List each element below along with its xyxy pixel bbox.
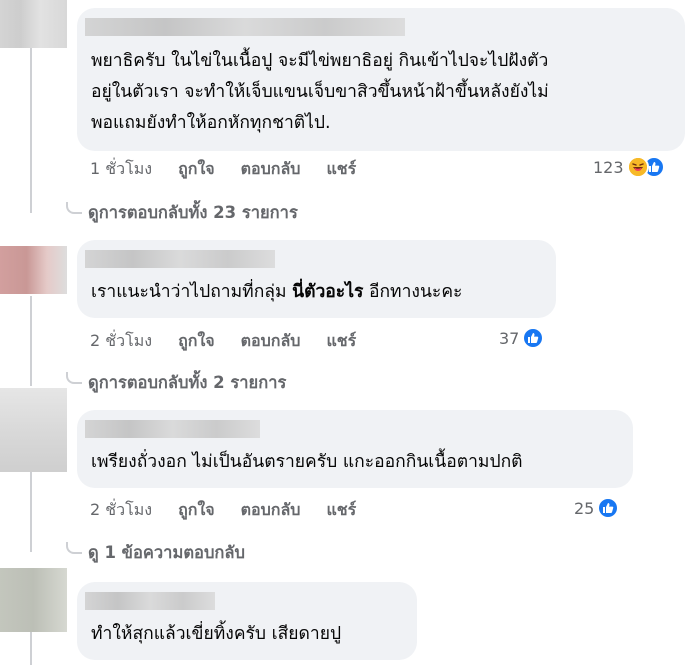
view-replies-link[interactable]: ดูการตอบกลับทั้ง 2 รายการ: [66, 370, 286, 396]
share-link[interactable]: แชร์: [326, 329, 356, 354]
view-replies-link[interactable]: ดูการตอบกลับทั้ง 23 รายการ: [66, 200, 298, 226]
comment-time[interactable]: 1 ชั่วโมง: [90, 157, 152, 182]
comment-bubble: ทำให้สุกแล้วเขี่ยทิ้งครับ เสียดายปู: [77, 582, 417, 660]
thread-line: [30, 296, 32, 386]
comment-bubble: พยาธิครับ ในไข่ในเนื้อปู จะมีไข่พยาธิอยู…: [77, 8, 685, 151]
view-replies-label: ดูการตอบกลับทั้ง 23 รายการ: [88, 203, 298, 222]
reply-link[interactable]: ตอบกลับ: [241, 329, 301, 354]
comment-text: ทำให้สุกแล้วเขี่ยทิ้งครับ เสียดายปู: [91, 624, 342, 644]
comment-time[interactable]: 2 ชั่วโมง: [90, 498, 152, 523]
reply-connector: [66, 542, 82, 554]
comment-time[interactable]: 2 ชั่วโมง: [90, 329, 152, 354]
commenter-name-blurred[interactable]: [85, 420, 260, 438]
reaction-count: 123: [593, 157, 624, 177]
comment-bubble: เราแนะนำว่าไปถามที่กลุ่ม นี่ตัวอะไร อีกท…: [77, 240, 556, 318]
reaction-summary[interactable]: 123: [593, 156, 665, 178]
view-replies-link[interactable]: ดู 1 ข้อความตอบกลับ: [66, 540, 245, 566]
like-link[interactable]: ถูกใจ: [178, 498, 215, 523]
reply-connector: [66, 202, 82, 214]
thread-line: [30, 48, 32, 213]
view-replies-label: ดู 1 ข้อความตอบกลับ: [88, 543, 245, 562]
comment-line: อยู่ในตัวเรา จะทำให้เจ็บแขนเจ็บขาสิวขึ้น…: [91, 82, 549, 102]
reaction-count: 37: [499, 328, 520, 348]
avatar[interactable]: [0, 388, 67, 472]
like-icon: [522, 327, 545, 349]
haha-icon: [626, 156, 649, 178]
comment-text-plain: เราแนะนำว่าไปถามที่กลุ่ม: [91, 282, 293, 302]
comment-line: พอแถมยังทำให้อกหักทุกชาติไป.: [91, 113, 331, 133]
avatar[interactable]: [0, 568, 67, 632]
reply-connector: [66, 372, 82, 384]
share-link[interactable]: แชร์: [326, 498, 356, 523]
reply-link[interactable]: ตอบกลับ: [241, 157, 301, 182]
comment-actions: 2 ชั่วโมง ถูกใจ ตอบกลับ แชร์: [90, 498, 356, 523]
thread-line: [30, 472, 32, 552]
comment-text: เราแนะนำว่าไปถามที่กลุ่ม นี่ตัวอะไร อีกท…: [91, 277, 462, 308]
avatar[interactable]: [0, 246, 67, 294]
comment-text-tail: อีกทางนะคะ: [363, 282, 463, 302]
commenter-name-blurred[interactable]: [85, 18, 405, 36]
comment-actions: 1 ชั่วโมง ถูกใจ ตอบกลับ แชร์: [90, 157, 356, 182]
reply-link[interactable]: ตอบกลับ: [241, 498, 301, 523]
like-link[interactable]: ถูกใจ: [178, 157, 215, 182]
like-icon: [597, 497, 620, 519]
reaction-summary[interactable]: 37: [499, 327, 545, 349]
comment-text: พยาธิครับ ในไข่ในเนื้อปู จะมีไข่พยาธิอยู…: [91, 46, 549, 139]
comment-actions: 2 ชั่วโมง ถูกใจ ตอบกลับ แชร์: [90, 329, 356, 354]
avatar[interactable]: [0, 0, 67, 48]
share-link[interactable]: แชร์: [326, 157, 356, 182]
reaction-summary[interactable]: 25: [574, 497, 620, 519]
comment-text: เพรียงถั่วงอก ไม่เป็นอันตรายครับ แกะออกก…: [91, 452, 523, 472]
comment-line: พยาธิครับ ในไข่ในเนื้อปู จะมีไข่พยาธิอยู…: [91, 51, 549, 71]
group-mention-link[interactable]: นี่ตัวอะไร: [292, 282, 363, 302]
commenter-name-blurred[interactable]: [85, 592, 215, 610]
like-link[interactable]: ถูกใจ: [178, 329, 215, 354]
reaction-count: 25: [574, 498, 595, 518]
thread-line: [30, 632, 32, 665]
comment-bubble: เพรียงถั่วงอก ไม่เป็นอันตรายครับ แกะออกก…: [77, 410, 633, 488]
view-replies-label: ดูการตอบกลับทั้ง 2 รายการ: [88, 373, 287, 392]
commenter-name-blurred[interactable]: [85, 250, 275, 268]
